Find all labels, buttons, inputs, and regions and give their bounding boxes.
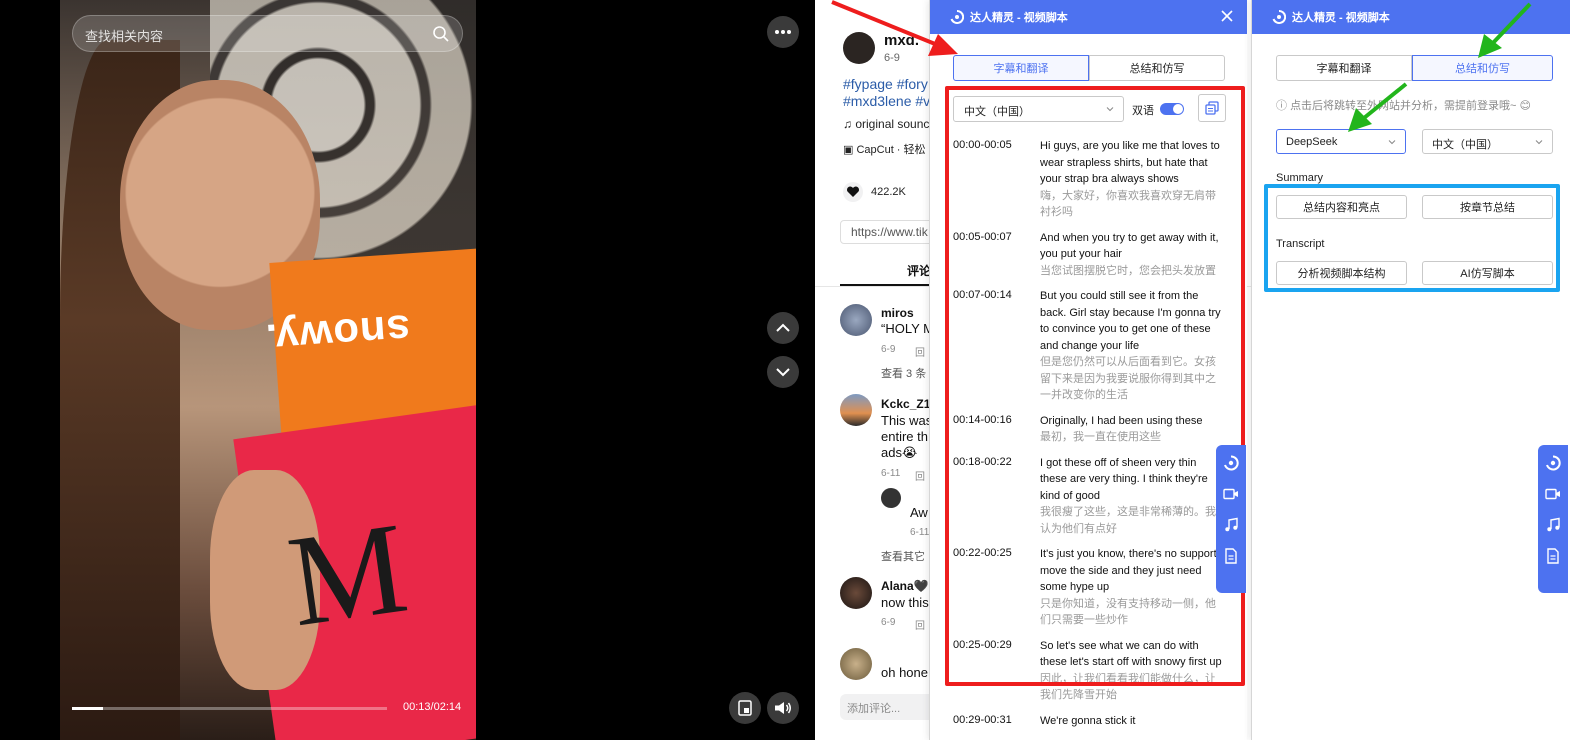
- post-date: 6-9: [884, 52, 900, 64]
- reply-avatar[interactable]: [881, 488, 901, 508]
- volume-icon: [775, 702, 791, 714]
- commenter-name[interactable]: Alana🖤: [881, 579, 929, 593]
- author-avatar[interactable]: [843, 32, 875, 64]
- extension-logo-icon: [950, 10, 964, 24]
- chevron-down-icon: [1388, 140, 1396, 145]
- tab-summary-rewrite[interactable]: 总结和仿写: [1412, 55, 1553, 81]
- next-video-button[interactable]: [767, 356, 799, 388]
- extension-quick-toolbar: [1538, 445, 1568, 593]
- comment-text: now this: [881, 595, 929, 610]
- post-hashtags[interactable]: #fypage #fory #mxd3lene #v: [843, 76, 933, 110]
- red-highlight-annotation: [945, 86, 1245, 686]
- subtitle-original: We're gonna stick it: [1040, 714, 1136, 727]
- like-button[interactable]: [843, 182, 863, 202]
- comment-text-line: This was: [881, 413, 933, 428]
- extension-title: 达人精灵 - 视频脚本: [1292, 12, 1390, 24]
- author-username[interactable]: mxd.: [884, 32, 919, 49]
- chevron-down-icon: [776, 368, 790, 377]
- login-notice: ⓘ 点击后将跳转至外网站并分析，需提前登录哦~ 😊: [1276, 97, 1531, 113]
- reply-date: 6-11: [910, 527, 930, 538]
- reply-text: Aw: [910, 505, 928, 520]
- comment-text-line: entire th: [881, 429, 928, 444]
- extension-tabs: 字幕和翻译 总结和仿写: [953, 55, 1225, 81]
- search-placeholder: 查找相关内容: [85, 29, 164, 44]
- commenter-avatar[interactable]: [840, 577, 872, 609]
- ellipsis-icon: [775, 30, 791, 34]
- tab-comments[interactable]: 评论: [907, 262, 931, 279]
- extension-header: 达人精灵 - 视频脚本: [930, 0, 1247, 34]
- search-icon[interactable]: [432, 25, 450, 43]
- screen: snowy. M 查找相关内容 00:13/02:14 mxd. 6-9 #fy…: [0, 0, 1570, 740]
- music-note-icon: ♫: [843, 117, 856, 131]
- chevron-up-icon: [776, 323, 790, 332]
- comment-date: 6-9: [881, 344, 896, 355]
- commenter-name[interactable]: miros: [881, 306, 914, 320]
- extension-logo-icon: [1272, 10, 1286, 24]
- comment-date: 6-9: [881, 617, 896, 628]
- sound-link[interactable]: ♫ original sounc: [843, 117, 929, 131]
- tab-subtitles-translation[interactable]: 字幕和翻译: [953, 55, 1089, 81]
- extension-header: 达人精灵 - 视频脚本: [1252, 0, 1570, 34]
- extension-logo-icon[interactable]: [1223, 455, 1239, 471]
- subtitle-body: We're gonna stick it: [1040, 713, 1223, 730]
- view-other-replies-link[interactable]: 查看其它: [881, 548, 925, 564]
- volume-button[interactable]: [767, 692, 799, 724]
- comment-text-line: ads😭: [881, 445, 918, 460]
- subtitle-item[interactable]: 00:29-00:31 We're gonna stick it: [953, 713, 1223, 730]
- video-progress-bar[interactable]: [72, 707, 387, 710]
- output-language-select[interactable]: 中文（中国）: [1422, 129, 1553, 154]
- video-progress-fill: [72, 707, 103, 710]
- subtitle-time: 00:29-00:31: [953, 713, 1012, 726]
- commenter-avatar[interactable]: [840, 304, 872, 336]
- blue-highlight-annotation: [1264, 184, 1560, 292]
- video-time: 00:13/02:14: [403, 701, 462, 713]
- music-icon[interactable]: [1545, 517, 1561, 533]
- reply-link[interactable]: 回: [915, 468, 925, 483]
- commenter-avatar[interactable]: [840, 394, 872, 426]
- video-search-input[interactable]: 查找相关内容: [72, 15, 463, 52]
- previous-video-button[interactable]: [767, 312, 799, 344]
- sound-name: original sounc: [855, 117, 930, 131]
- document-icon[interactable]: [1223, 548, 1239, 564]
- extension-tabs: 字幕和翻译 总结和仿写: [1276, 55, 1553, 81]
- heart-icon: [846, 186, 860, 197]
- extension-logo-icon[interactable]: [1545, 455, 1561, 471]
- pip-icon: [738, 700, 752, 716]
- commenter-avatar[interactable]: [840, 648, 872, 680]
- share-url-field[interactable]: https://www.tik: [840, 220, 940, 244]
- extension-title: 达人精灵 - 视频脚本: [970, 12, 1068, 24]
- comment-text: oh hone: [881, 665, 928, 680]
- music-icon[interactable]: [1223, 517, 1239, 533]
- red-box-logo: M: [280, 495, 416, 655]
- like-count: 422.2K: [871, 186, 906, 198]
- add-comment-input[interactable]: 添加评论...: [840, 694, 940, 720]
- model-value: DeepSeek: [1286, 136, 1338, 148]
- view-replies-link[interactable]: 查看 3 条: [881, 365, 926, 381]
- chevron-down-icon: [1535, 140, 1543, 145]
- output-language-value: 中文（中国）: [1432, 139, 1498, 151]
- comment-date: 6-11: [881, 468, 901, 479]
- video-icon[interactable]: [1223, 486, 1239, 502]
- capcut-icon: ▣: [843, 144, 857, 156]
- comment-text: “HOLY M: [881, 321, 934, 336]
- extension-quick-toolbar: [1216, 445, 1246, 593]
- tab-summary-rewrite[interactable]: 总结和仿写: [1089, 55, 1225, 81]
- capcut-link[interactable]: ▣ CapCut · 轻松: [843, 141, 926, 157]
- info-icon: ⓘ: [1276, 100, 1291, 112]
- summary-section-label: Summary: [1276, 172, 1324, 184]
- close-icon[interactable]: [1221, 10, 1233, 22]
- picture-in-picture-button[interactable]: [729, 692, 761, 724]
- document-icon[interactable]: [1545, 548, 1561, 564]
- orange-box-text: snowy.: [263, 305, 412, 364]
- reply-link[interactable]: 回: [915, 344, 925, 359]
- capcut-label: CapCut · 轻松: [856, 144, 926, 156]
- more-options-button[interactable]: [767, 16, 799, 48]
- reply-link[interactable]: 回: [915, 617, 925, 632]
- model-select[interactable]: DeepSeek: [1276, 129, 1406, 154]
- tab-subtitles-translation[interactable]: 字幕和翻译: [1276, 55, 1412, 81]
- video-icon[interactable]: [1545, 486, 1561, 502]
- login-notice-text: 点击后将跳转至外网站并分析，需提前登录哦~ 😊: [1290, 100, 1532, 112]
